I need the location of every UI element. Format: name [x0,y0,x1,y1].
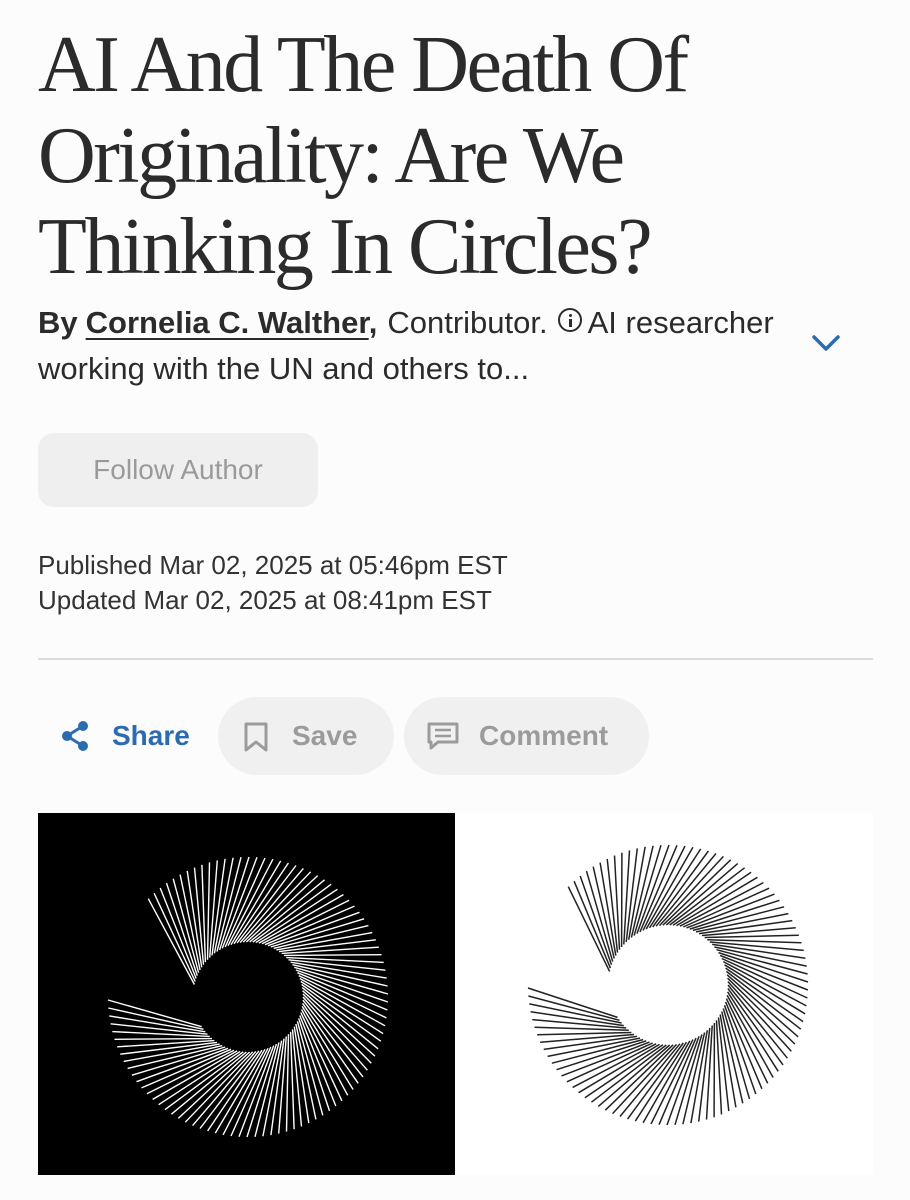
comment-icon [427,722,459,750]
share-label: Share [112,720,190,751]
spiral-ray [114,1037,213,1040]
share-icon [62,721,88,751]
byline-by-label: By [38,305,78,340]
spiral-ray [705,1025,713,1120]
spiral-ray [159,887,197,979]
expand-bio-button[interactable] [806,326,846,360]
save-label: Save [292,720,358,751]
spiral-ray [704,934,799,939]
chevron-down-icon [812,335,840,351]
comment-label: Comment [479,720,609,751]
save-button[interactable]: Save [218,697,394,775]
divider [38,658,873,660]
share-button[interactable]: Share [40,697,210,775]
article-headline: AI And The Death Of Originality: Are We … [38,21,689,291]
spiral-ray [528,995,620,1022]
comment-button[interactable]: Comment [404,697,649,775]
spiral-ray [676,876,758,927]
spiral-ray [107,999,202,1028]
spiral-burst-graphic [107,844,809,1138]
spiral-ray [273,924,369,950]
spiral-ray [146,1049,235,1095]
follow-author-button[interactable]: Follow Author [38,433,318,507]
info-icon[interactable] [557,308,582,332]
updated-date: Updated Mar 02, 2025 at 08:41pm EST [38,585,492,615]
spiral-ray [117,1039,215,1048]
spiral-center [198,947,298,1047]
spiral-ray [206,862,211,960]
published-date: Published Mar 02, 2025 at 05:46pm EST [38,550,508,580]
byline-comma: , [368,305,378,340]
spiral-ray [261,899,350,945]
spiral-ray [281,946,379,955]
spiral-ray [534,1026,629,1032]
spiral-ray [127,1044,223,1070]
spiral-ray [623,850,631,945]
spiral-ray [283,954,382,957]
spiral-ray [551,1038,644,1064]
spiral-ray [537,1031,632,1036]
author-role: Contributor. [387,305,548,340]
byline: By Cornelia C. Walther, Contributor. AI res… [38,300,778,392]
article-dates: Published Mar 02, 2025 at 05:46pm EST Up… [38,548,508,618]
spiral-ray [578,1043,660,1094]
spiral-ray [692,906,785,932]
spiral-ray [285,1034,290,1132]
spiral-center [614,931,722,1039]
hero-image [38,813,873,1175]
author-name-link[interactable]: Cornelia C. Walther [86,305,369,340]
bookmark-icon [244,722,268,752]
spiral-ray [707,938,802,944]
